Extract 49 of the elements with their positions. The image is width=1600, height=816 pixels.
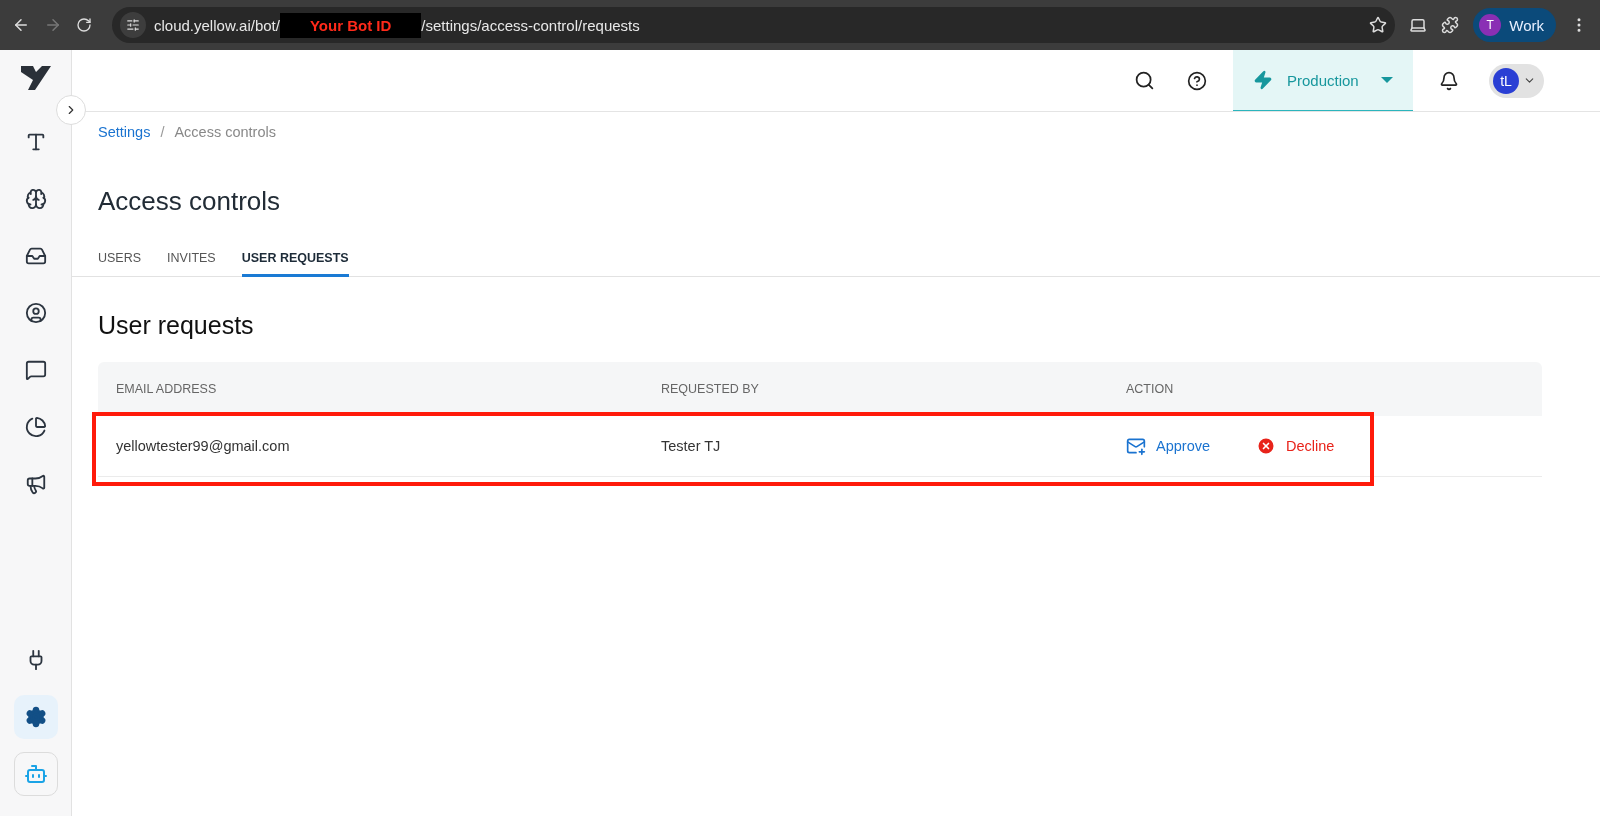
profile-button[interactable]: T Work xyxy=(1473,8,1556,42)
breadcrumb-link[interactable]: Settings xyxy=(98,124,151,140)
caret-icon xyxy=(1381,77,1393,83)
url-text: /settings/access-control/requests xyxy=(421,16,640,34)
page-title: Access controls xyxy=(98,186,282,217)
user-avatar: tL xyxy=(1493,67,1519,94)
lightning-icon xyxy=(1253,70,1273,90)
tab[interactable]: USERS xyxy=(98,251,142,277)
brain-icon xyxy=(24,188,47,210)
requester-cell-text: Tester TJ xyxy=(661,438,722,454)
search-icon xyxy=(1134,70,1155,91)
current-page-label: Access controls xyxy=(174,124,276,140)
user-circle-icon xyxy=(24,302,47,324)
chat-bubble-icon xyxy=(24,359,47,381)
section-title: User requests xyxy=(98,311,255,340)
help-icon xyxy=(1187,70,1207,91)
decline-button[interactable]: Decline xyxy=(1256,436,1335,456)
column-header: EMAIL ADDRESS xyxy=(116,382,218,396)
extensions-icon[interactable] xyxy=(1441,16,1460,34)
inbox-icon xyxy=(24,245,47,267)
sidebar-item[interactable] xyxy=(13,695,58,739)
account-menu[interactable]: tL xyxy=(1489,63,1544,98)
forward-icon[interactable] xyxy=(44,16,62,34)
bell-icon xyxy=(1439,70,1459,91)
laptop-icon[interactable] xyxy=(1409,16,1428,34)
column-header: REQUESTED BY xyxy=(661,382,760,396)
mail-plus-icon xyxy=(1126,436,1146,456)
address-bar[interactable]: cloud.yellow.ai/bot/ Your Bot ID /settings/access-control/requests xyxy=(112,7,1396,43)
redaction-label: Your Bot ID xyxy=(279,12,422,38)
breadcrumb-separator: / xyxy=(160,124,165,140)
tab[interactable]: USER REQUESTS xyxy=(241,251,349,277)
megaphone-icon xyxy=(24,473,47,495)
reload-icon[interactable] xyxy=(76,17,92,33)
pie-chart-icon xyxy=(24,416,47,438)
back-icon[interactable] xyxy=(12,16,30,34)
column-header: ACTION xyxy=(1126,382,1175,396)
url-text: cloud.yellow.ai/bot/ xyxy=(154,16,280,34)
logo-icon[interactable] xyxy=(20,66,51,90)
site-settings-icon[interactable] xyxy=(120,12,146,38)
settings-icon xyxy=(24,706,47,728)
bookmark-star-icon[interactable] xyxy=(1369,16,1388,34)
profile-initial: T xyxy=(1479,14,1502,36)
close-circle-icon xyxy=(1256,436,1276,456)
tab[interactable]: INVITES xyxy=(167,251,216,277)
profile-name: Work xyxy=(1509,16,1544,34)
approve-button[interactable]: Approve xyxy=(1126,436,1210,456)
robot-icon xyxy=(23,762,48,786)
bot-avatar-button[interactable] xyxy=(13,752,58,796)
email-cell-text: yellowtester99@gmail.com xyxy=(116,438,291,454)
